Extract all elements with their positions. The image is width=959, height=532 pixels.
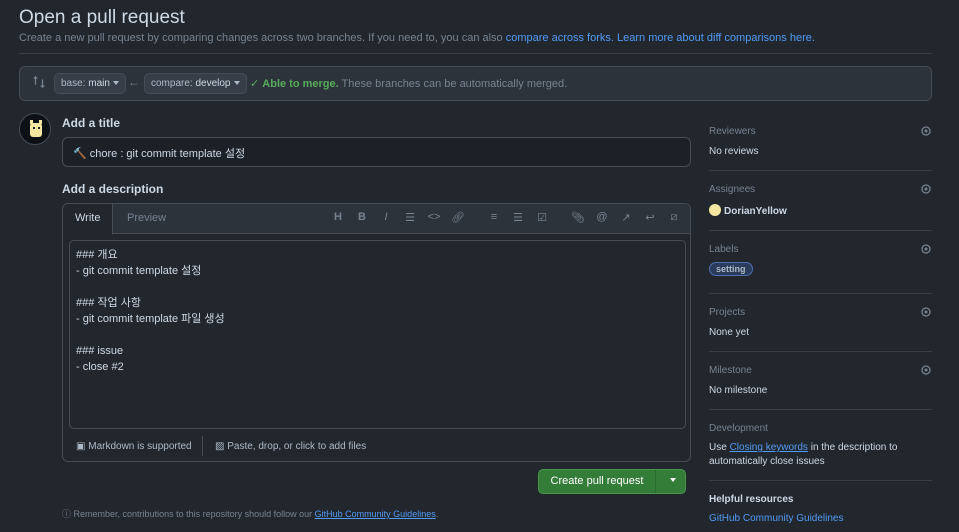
check-icon: ✓ xyxy=(250,78,260,90)
sidebar-helpful-resources: Helpful resources GitHub Community Guide… xyxy=(709,494,932,524)
title-input[interactable]: 🔨 chore : git commit template 설정 xyxy=(62,137,691,167)
unordered-list-icon[interactable]: ☰ xyxy=(511,211,525,224)
compare-branch-name: develop xyxy=(195,78,231,89)
sidebar-divider xyxy=(709,293,932,294)
assignee-name: DorianYellow xyxy=(724,206,787,217)
footer-divider xyxy=(202,436,203,456)
contribution-reminder: ⓘ Remember, contributions to this reposi… xyxy=(62,507,438,520)
link-icon[interactable]: 🔗︎ xyxy=(451,211,465,224)
sidebar-divider xyxy=(709,170,932,171)
editor-tabs: Write Preview H B I ☰ <> 🔗︎ ≡ ☰ ☑ 📎︎ @ ↗… xyxy=(63,204,690,235)
task-list-icon[interactable]: ☑ xyxy=(535,211,549,224)
compare-prefix: compare: xyxy=(151,78,196,89)
labels-heading[interactable]: Labels xyxy=(709,244,932,255)
chevron-down-icon xyxy=(112,81,119,85)
merge-status-message: These branches can be automatically merg… xyxy=(341,78,568,90)
sidebar-assignees: Assignees DorianYellow xyxy=(709,184,932,217)
gear-icon[interactable] xyxy=(920,243,932,258)
git-compare-icon xyxy=(32,75,46,92)
sidebar-divider xyxy=(709,230,932,231)
learn-more-link[interactable]: Learn more about diff comparisons here. xyxy=(617,32,815,44)
sidebar-labels: Labels setting xyxy=(709,244,932,276)
tab-write[interactable]: Write xyxy=(63,204,114,235)
bold-icon[interactable]: B xyxy=(355,211,369,223)
subtitle-text: Create a new pull request by comparing c… xyxy=(19,32,506,44)
base-prefix: base: xyxy=(61,78,89,89)
branch-compare-bar: base: main ← compare: develop ✓ Able to … xyxy=(19,66,932,101)
sidebar-development: Development Use Closing keywords in the … xyxy=(709,423,932,469)
assignee-avatar xyxy=(709,204,721,216)
assignees-heading[interactable]: Assignees xyxy=(709,184,932,195)
numbered-list-icon[interactable]: ≡ xyxy=(487,211,501,223)
development-heading: Development xyxy=(709,423,768,434)
heading-icon[interactable]: H xyxy=(331,211,345,223)
gear-icon[interactable] xyxy=(920,125,932,140)
development-text-before: Use xyxy=(709,442,730,453)
cross-reference-icon[interactable]: ↗ xyxy=(619,211,633,224)
merge-status-label: Able to merge. xyxy=(262,78,339,90)
base-branch-name: main xyxy=(88,78,110,89)
label-pill[interactable]: setting xyxy=(709,262,753,276)
attach-icon[interactable]: 📎︎ xyxy=(571,211,585,224)
reply-icon[interactable]: ↩ xyxy=(643,211,657,224)
mention-icon[interactable]: @ xyxy=(595,211,609,223)
compare-branch-select[interactable]: compare: develop xyxy=(144,73,247,94)
projects-heading[interactable]: Projects xyxy=(709,307,932,318)
image-icon: ▨ xyxy=(215,441,225,452)
chevron-down-icon xyxy=(669,478,676,482)
sidebar-community-guidelines-link[interactable]: GitHub Community Guidelines xyxy=(709,513,844,524)
base-branch-select[interactable]: base: main xyxy=(54,73,126,94)
attach-files-area[interactable]: ▨ Paste, drop, or click to add files xyxy=(215,441,366,452)
description-label: Add a description xyxy=(62,182,164,196)
code-icon[interactable]: <> xyxy=(427,211,441,223)
gear-icon[interactable] xyxy=(920,306,932,321)
sidebar-divider xyxy=(709,480,932,481)
create-pull-request-button: Create pull request xyxy=(538,469,686,494)
markdown-note-text: Markdown is supported xyxy=(88,441,192,452)
sidebar-divider xyxy=(709,351,932,352)
community-guidelines-link[interactable]: GitHub Community Guidelines xyxy=(315,509,436,519)
page-subtitle: Create a new pull request by comparing c… xyxy=(19,32,815,44)
reminder-end: . xyxy=(435,509,439,519)
markdown-note[interactable]: ▣ Markdown is supported xyxy=(76,441,192,452)
attach-note-text: Paste, drop, or click to add files xyxy=(227,441,367,452)
avatar xyxy=(19,113,51,145)
reminder-text: Remember, contributions to this reposito… xyxy=(73,509,315,519)
assignee-item[interactable]: DorianYellow xyxy=(709,204,932,217)
projects-value: None yet xyxy=(709,327,750,338)
sidebar-reviewers: Reviewers No reviews xyxy=(709,126,932,157)
header-divider xyxy=(19,53,932,54)
sidebar-milestone: Milestone No milestone xyxy=(709,365,932,396)
title-label: Add a title xyxy=(62,116,121,130)
editor-footer: ▣ Markdown is supported ▨ Paste, drop, o… xyxy=(63,434,690,462)
merge-status: ✓ Able to merge. These branches can be a… xyxy=(250,77,567,90)
create-pull-request-main[interactable]: Create pull request xyxy=(539,470,655,493)
info-icon: ⓘ xyxy=(62,509,72,519)
sidebar-divider xyxy=(709,409,932,410)
chevron-down-icon xyxy=(233,81,240,85)
page-title: Open a pull request xyxy=(19,7,185,28)
gear-icon[interactable] xyxy=(920,183,932,198)
milestone-heading[interactable]: Milestone xyxy=(709,365,932,376)
quote-icon[interactable]: ☰ xyxy=(403,211,417,224)
italic-icon[interactable]: I xyxy=(379,211,393,223)
gear-icon[interactable] xyxy=(920,364,932,379)
milestone-value: No milestone xyxy=(709,385,768,396)
reviewers-heading[interactable]: Reviewers xyxy=(709,126,932,137)
create-options-dropdown[interactable] xyxy=(656,470,686,493)
description-textarea[interactable]: ### 개요 - git commit template 설정 ### 작업 사… xyxy=(69,240,686,429)
compare-forks-link[interactable]: compare across forks. xyxy=(506,32,614,44)
arrow-left-icon: ← xyxy=(128,75,140,89)
markdown-icon: ▣ xyxy=(76,441,86,452)
description-editor: Write Preview H B I ☰ <> 🔗︎ ≡ ☰ ☑ 📎︎ @ ↗… xyxy=(62,203,691,462)
helpful-resources-heading: Helpful resources xyxy=(709,494,794,505)
tab-preview[interactable]: Preview xyxy=(115,204,178,235)
development-text: Use Closing keywords in the description … xyxy=(709,441,932,469)
slash-command-icon[interactable]: ⧄ xyxy=(667,211,681,224)
reviewers-value: No reviews xyxy=(709,146,759,157)
sidebar-projects: Projects None yet xyxy=(709,307,932,338)
closing-keywords-link[interactable]: Closing keywords xyxy=(730,442,808,453)
